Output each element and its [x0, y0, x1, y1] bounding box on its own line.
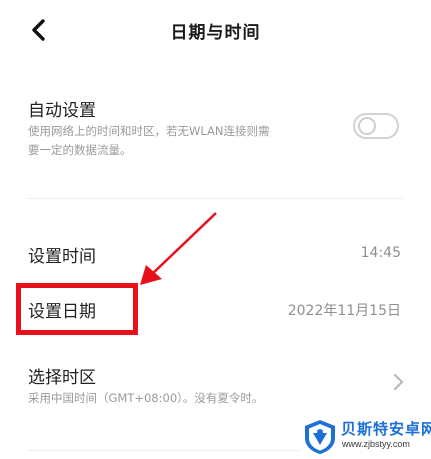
time-zone-description: 采用中国时间（GMT+08:00）。没有夏令时。 — [28, 391, 264, 405]
highlight-box — [16, 283, 138, 335]
watermark-url: www.zjbstyy.com — [342, 439, 410, 449]
header-bar: 日期与时间 — [0, 0, 431, 62]
shield-logo-icon — [305, 420, 335, 454]
watermark-name: 贝斯特安卓网 — [341, 420, 431, 438]
auto-setting-title: 自动设置 — [28, 101, 96, 121]
set-time-title: 设置时间 — [28, 247, 96, 267]
set-date-value: 2022年11月15日 — [287, 303, 401, 319]
auto-setting-description-line1: 使用网络上的时间和时区，若无WLAN连接则需 — [28, 124, 270, 138]
section-divider — [28, 198, 403, 199]
set-time-value: 14:45 — [360, 245, 401, 261]
chevron-right-icon — [394, 374, 403, 390]
auto-setting-description-line2: 要一定的数据流量。 — [28, 143, 132, 157]
page-title: 日期与时间 — [170, 23, 261, 43]
time-zone-title: 选择时区 — [28, 368, 96, 388]
toggle-knob — [358, 117, 376, 135]
auto-setting-toggle[interactable] — [353, 113, 399, 139]
watermark: 贝斯特安卓网 www.zjbstyy.com — [299, 415, 431, 459]
